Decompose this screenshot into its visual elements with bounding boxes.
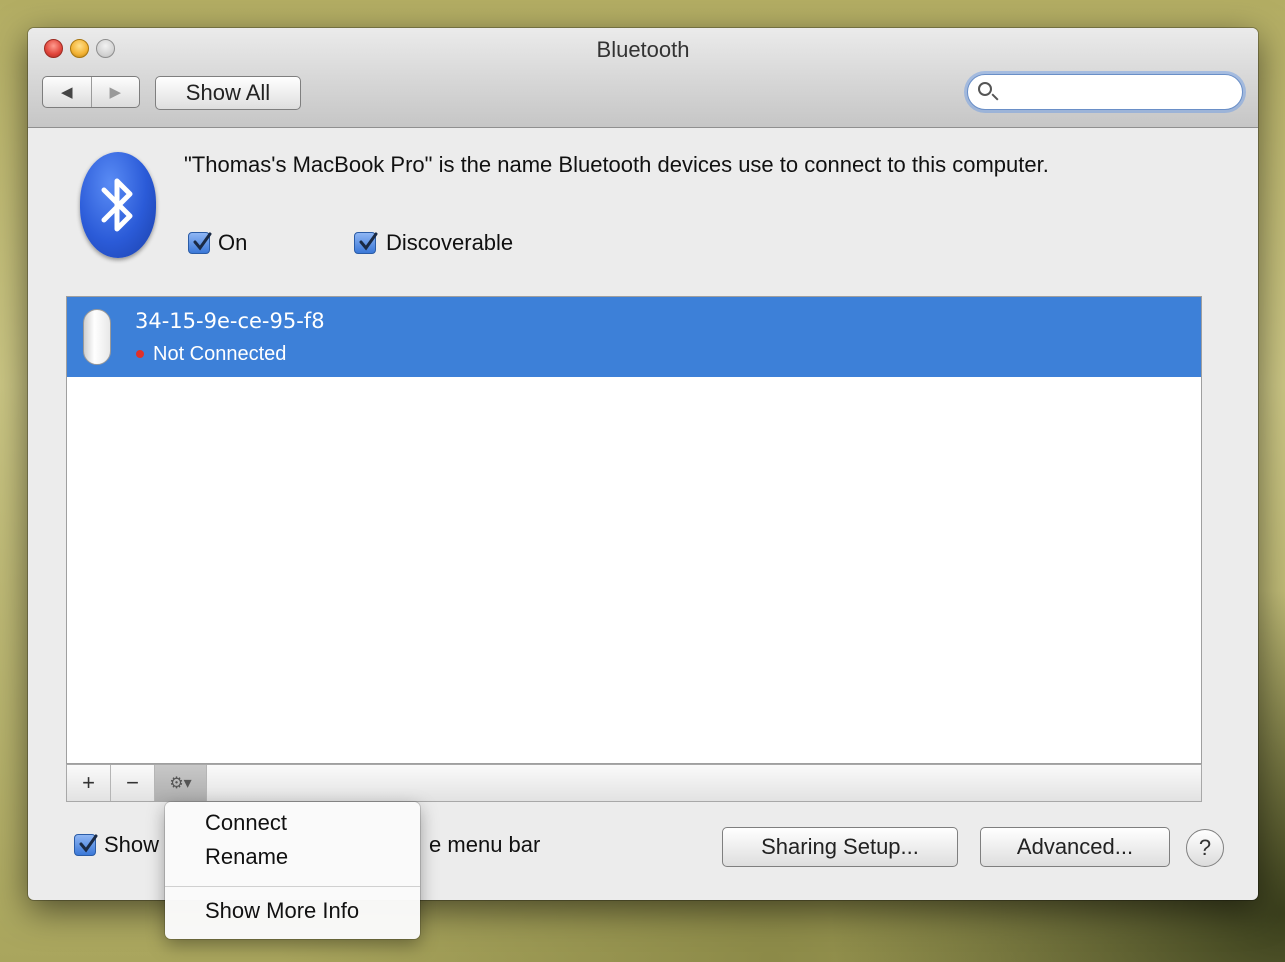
on-checkbox[interactable] <box>188 232 212 254</box>
sharing-setup-button[interactable]: Sharing Setup... <box>722 827 958 867</box>
advanced-button[interactable]: Advanced... <box>980 827 1170 867</box>
search-field[interactable] <box>967 74 1243 110</box>
help-button[interactable]: ? <box>1186 829 1224 867</box>
window-title: Bluetooth <box>596 37 690 62</box>
menu-item-show-more-info[interactable]: Show More Info <box>205 898 359 924</box>
discoverable-checkbox[interactable] <box>354 232 378 254</box>
checkmark-icon <box>193 232 212 251</box>
bluetooth-logo-icon <box>80 152 156 258</box>
gear-context-menu: Connect Rename Show More Info <box>165 802 420 939</box>
show-in-menu-bar-checkbox[interactable] <box>74 834 98 856</box>
device-status: Not Connected <box>153 343 287 365</box>
add-device-button[interactable]: + <box>67 765 111 801</box>
search-icon <box>978 82 992 96</box>
computer-name-description: "Thomas's MacBook Pro" is the name Bluet… <box>184 152 1049 177</box>
show-in-menu-bar-label-end: e menu bar <box>429 832 541 857</box>
back-forward-control: ◀ ▶ <box>42 76 140 108</box>
show-all-button[interactable]: Show All <box>155 76 301 110</box>
menu-separator <box>165 886 420 887</box>
title-bar: Bluetooth ◀ ▶ Show All <box>28 28 1258 128</box>
device-name: 34-15-9e-ce-95-f8 <box>135 309 325 333</box>
discoverable-label: Discoverable <box>386 230 514 255</box>
menu-item-connect[interactable]: Connect <box>205 810 287 836</box>
mouse-icon <box>83 309 111 365</box>
status-dot-icon <box>136 350 144 358</box>
forward-icon[interactable]: ▶ <box>92 77 140 107</box>
remove-device-button[interactable]: − <box>111 765 155 801</box>
checkmark-icon <box>359 232 378 251</box>
menu-item-rename[interactable]: Rename <box>205 844 288 870</box>
list-item[interactable]: 34-15-9e-ce-95-f8 Not Connected <box>67 297 1201 377</box>
back-icon[interactable]: ◀ <box>43 77 92 107</box>
checkmark-icon <box>79 834 98 853</box>
device-list-toolbar: + − ⚙▾ <box>66 764 1202 802</box>
preferences-window: Bluetooth ◀ ▶ Show All "Thomas's MacBook… <box>28 28 1258 939</box>
show-in-menu-bar-label-start: Show <box>104 832 160 857</box>
on-label: On <box>218 230 248 255</box>
device-list[interactable]: 34-15-9e-ce-95-f8 Not Connected <box>66 296 1202 764</box>
gear-menu-button[interactable]: ⚙▾ <box>155 765 207 801</box>
